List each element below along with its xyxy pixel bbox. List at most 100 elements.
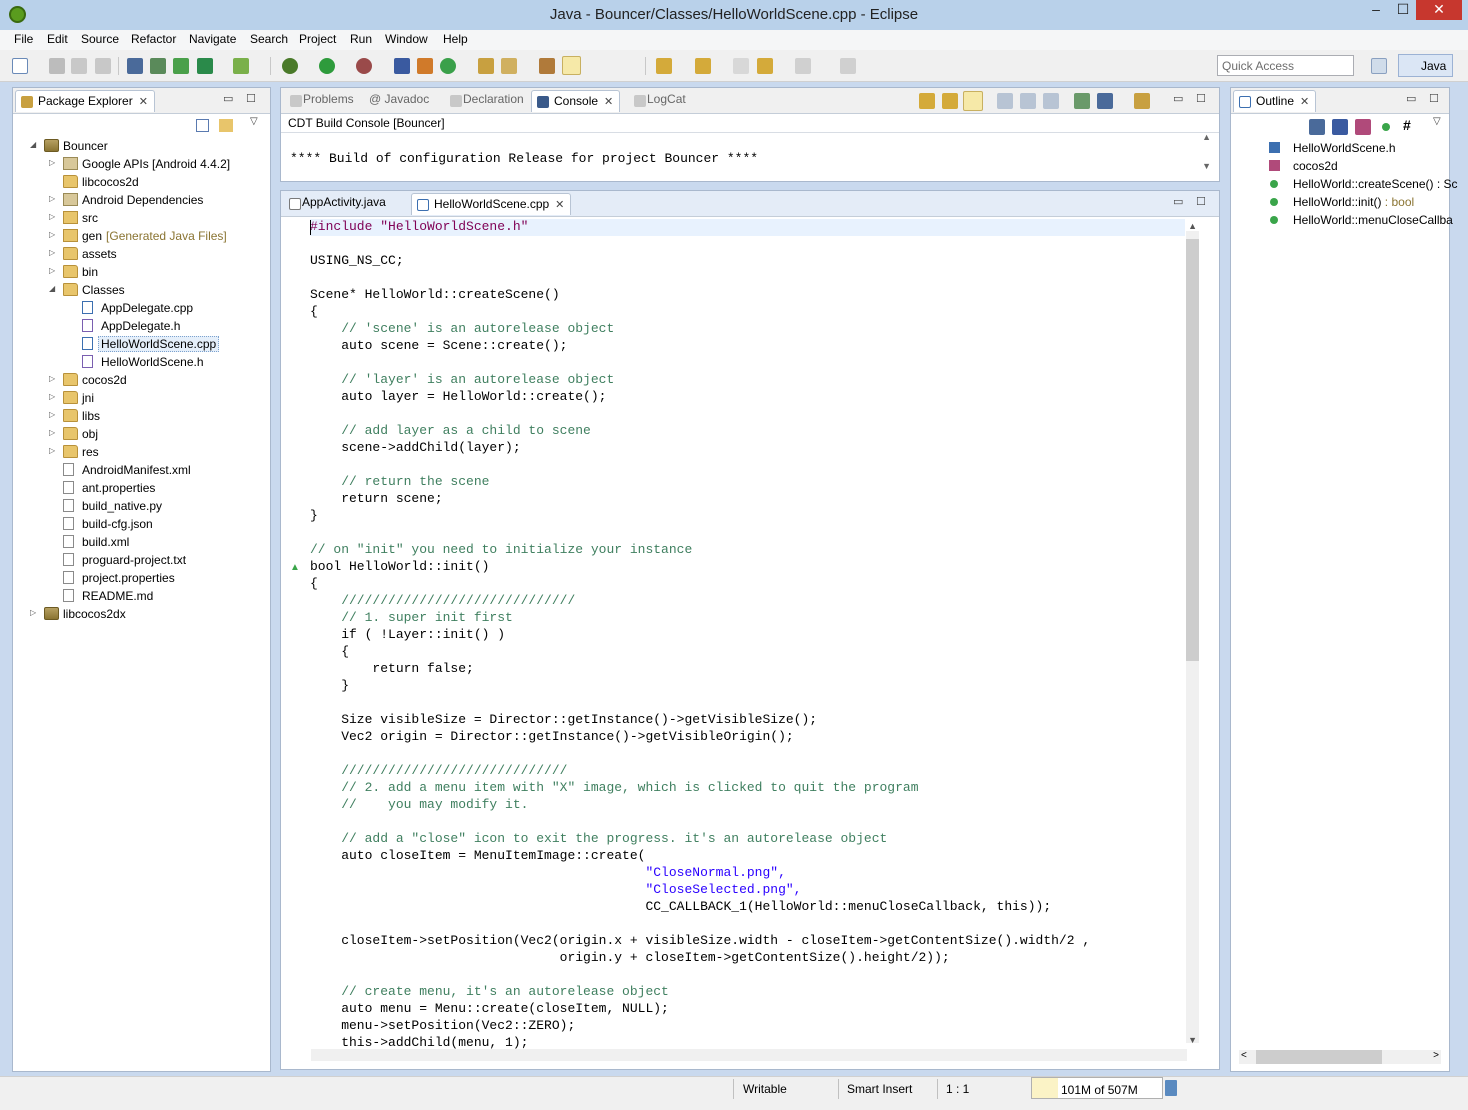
tab-problems[interactable]: Problems [287, 92, 354, 114]
minimize-button[interactable]: – [1362, 0, 1390, 20]
scroll-down-icon[interactable]: ▼ [1202, 161, 1211, 171]
tree-item[interactable]: ◢ Classes [13, 281, 270, 299]
menu-refactor[interactable]: Refactor [131, 32, 176, 46]
pin-editor-icon[interactable] [840, 58, 856, 74]
tree-item[interactable]: build.xml [13, 533, 270, 551]
tree-item[interactable]: HelloWorldScene.cpp [13, 335, 270, 353]
back-icon[interactable] [757, 58, 773, 74]
tree-item[interactable]: ▷ src [13, 209, 270, 227]
scrollbar-thumb[interactable] [1256, 1050, 1382, 1064]
clear-console-icon[interactable] [997, 93, 1013, 109]
tree-item[interactable]: ▷ Google APIs [Android 4.4.2] [13, 155, 270, 173]
save-all-icon[interactable] [71, 58, 87, 74]
hide-fields-icon[interactable] [1332, 119, 1348, 135]
tree-item[interactable]: ◢ Bouncer [13, 137, 270, 155]
run-icon[interactable] [319, 58, 335, 74]
external-tools-icon[interactable] [356, 58, 372, 74]
task-icon[interactable] [539, 58, 555, 74]
next-annotation-icon[interactable] [656, 58, 672, 74]
tree-item[interactable]: AndroidManifest.xml [13, 461, 270, 479]
menu-run[interactable]: Run [350, 32, 372, 46]
save-icon[interactable] [49, 58, 65, 74]
build-icon[interactable] [127, 58, 143, 74]
collapsed-twistie-icon[interactable]: ▷ [49, 194, 59, 203]
expanded-twistie-icon[interactable]: ◢ [49, 284, 59, 293]
last-edit-icon[interactable] [733, 58, 749, 74]
tab-javadoc[interactable]: @ Javadoc [369, 92, 429, 114]
collapsed-twistie-icon[interactable]: ▷ [49, 266, 59, 275]
tab-logcat[interactable]: LogCat [631, 92, 686, 114]
java-perspective-button[interactable]: Java [1398, 54, 1453, 77]
close-icon[interactable]: ✕ [139, 96, 148, 108]
search-tool-icon[interactable] [501, 58, 517, 74]
tab-outline[interactable]: Outline ✕ [1233, 90, 1317, 112]
display-console-icon[interactable] [1097, 93, 1113, 109]
tab-package-explorer[interactable]: Package Explorer ✕ [15, 90, 155, 112]
heap-status[interactable]: 101M of 507M [1031, 1077, 1163, 1099]
new-class-icon[interactable] [417, 58, 433, 74]
tree-item[interactable]: libcocos2d [13, 173, 270, 191]
scroll-lock-icon[interactable] [1020, 93, 1036, 109]
scroll-left-icon[interactable]: < [1241, 1050, 1247, 1061]
tree-item[interactable]: ▷ libcocos2dx [13, 605, 270, 623]
tree-item[interactable]: ▷ libs [13, 407, 270, 425]
maximize-button[interactable]: ☐ [1389, 0, 1417, 20]
menu-search[interactable]: Search [250, 32, 288, 46]
collapsed-twistie-icon[interactable]: ▷ [49, 230, 59, 239]
minimize-view-icon[interactable]: ▭ [1406, 92, 1416, 105]
build-all-icon[interactable] [150, 58, 166, 74]
minimize-view-icon[interactable]: ▭ [223, 92, 233, 105]
outline-item[interactable]: cocos2d [1231, 157, 1449, 175]
hide-static-icon[interactable] [1355, 119, 1371, 135]
maximize-view-icon[interactable]: ☐ [1196, 92, 1206, 105]
horizontal-scrollbar[interactable]: < > [1239, 1050, 1441, 1064]
forward-icon[interactable] [795, 58, 811, 74]
vertical-scrollbar[interactable] [1186, 231, 1199, 1043]
collapsed-twistie-icon[interactable]: ▷ [49, 446, 59, 455]
menu-source[interactable]: Source [81, 32, 119, 46]
tab-helloworldscene-cpp[interactable]: HelloWorldScene.cpp ✕ [411, 193, 572, 215]
link-with-editor-icon[interactable] [219, 119, 233, 132]
outline-item[interactable]: HelloWorldScene.h [1231, 139, 1449, 157]
link-console-icon[interactable] [963, 91, 983, 111]
tab-console[interactable]: Console ✕ [531, 90, 621, 112]
maximize-view-icon[interactable]: ☐ [1429, 92, 1439, 105]
next-error-icon[interactable] [919, 93, 935, 109]
debug-icon[interactable] [282, 58, 298, 74]
collapsed-twistie-icon[interactable]: ▷ [49, 392, 59, 401]
menu-project[interactable]: Project [299, 32, 336, 46]
outline-item[interactable]: HelloWorld::createScene() : Sc [1231, 175, 1458, 193]
expanded-twistie-icon[interactable]: ◢ [30, 140, 40, 149]
tree-item[interactable]: ▷ assets [13, 245, 270, 263]
tree-item[interactable]: AppDelegate.h [13, 317, 270, 335]
tree-item[interactable]: ▷ jni [13, 389, 270, 407]
android-sdk-icon[interactable] [173, 58, 189, 74]
outline-item[interactable]: HelloWorld::init() : bool [1231, 193, 1449, 211]
tree-item[interactable]: ▷ res [13, 443, 270, 461]
outline-item[interactable]: HelloWorld::menuCloseCallba [1231, 211, 1453, 229]
previous-error-icon[interactable] [942, 93, 958, 109]
tree-item[interactable]: proguard-project.txt [13, 551, 270, 569]
maximize-view-icon[interactable]: ☐ [1196, 195, 1206, 208]
new-java-icon[interactable] [440, 58, 456, 74]
tree-item[interactable]: AppDelegate.cpp [13, 299, 270, 317]
view-menu-icon[interactable]: ▽ [1433, 116, 1441, 127]
print-icon[interactable] [95, 58, 111, 74]
menu-help[interactable]: Help [443, 32, 468, 46]
menu-file[interactable]: File [14, 32, 33, 46]
tree-item[interactable]: ▷ obj [13, 425, 270, 443]
close-icon[interactable]: ✕ [604, 96, 613, 108]
tab-appactivity-java[interactable]: AppActivity.java [286, 195, 386, 217]
collapse-all-icon[interactable] [196, 119, 209, 132]
tree-item[interactable]: README.md [13, 587, 270, 605]
skip-breakpoints-icon[interactable] [394, 58, 410, 74]
pin-console-icon[interactable] [1074, 93, 1090, 109]
tab-declaration[interactable]: Declaration [447, 92, 524, 114]
close-icon[interactable]: ✕ [1300, 96, 1309, 108]
close-icon[interactable]: ✕ [555, 199, 564, 211]
tree-item[interactable]: ▷ cocos2d [13, 371, 270, 389]
collapsed-twistie-icon[interactable]: ▷ [49, 248, 59, 257]
menu-navigate[interactable]: Navigate [189, 32, 236, 46]
scroll-right-icon[interactable]: > [1433, 1050, 1439, 1061]
collapsed-twistie-icon[interactable]: ▷ [49, 158, 59, 167]
